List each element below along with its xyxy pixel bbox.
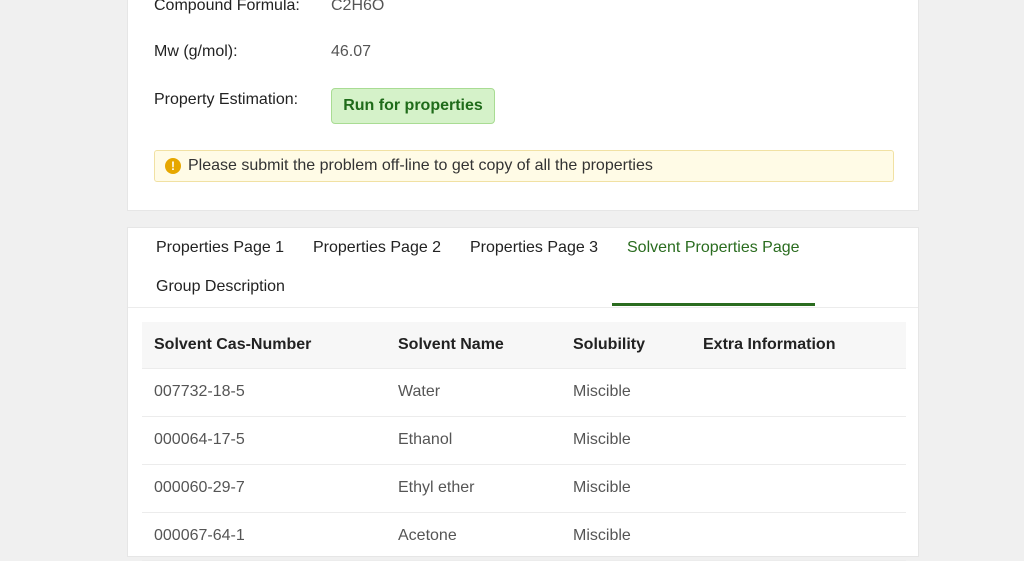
cell-solubility: Miscible <box>561 512 691 561</box>
tab-properties-page-3[interactable]: Properties Page 3 <box>470 239 598 257</box>
cell-extra-information <box>691 512 906 561</box>
header-solubility: Solubility <box>561 322 691 369</box>
tab-solvent-properties-page[interactable]: Solvent Properties Page <box>627 239 800 257</box>
formula-label: Compound Formula: <box>154 0 300 14</box>
header-extra-information: Extra Information <box>691 322 906 369</box>
cell-solubility: Miscible <box>561 368 691 417</box>
cell-solubility: Miscible <box>561 416 691 465</box>
cell-solvent-name: Acetone <box>386 512 561 561</box>
table-row: 000060-29-7 Ethyl ether Miscible <box>142 464 906 513</box>
warning-icon: ! <box>165 158 181 174</box>
header-cas-number: Solvent Cas-Number <box>142 322 386 369</box>
compound-info-card: Compound Formula: C2H6O Mw (g/mol): 46.0… <box>127 0 919 211</box>
offline-notice: ! Please submit the problem off-line to … <box>154 150 894 182</box>
cell-solvent-name: Ethanol <box>386 416 561 465</box>
table-header-row: Solvent Cas-Number Solvent Name Solubili… <box>142 322 906 369</box>
table-row: 007732-18-5 Water Miscible <box>142 368 906 417</box>
cell-cas-number: 000067-64-1 <box>142 512 386 561</box>
estimation-label: Property Estimation: <box>154 91 299 108</box>
tab-properties-page-2[interactable]: Properties Page 2 <box>313 239 441 257</box>
cell-extra-information <box>691 416 906 465</box>
properties-tabs: Properties Page 1 Properties Page 2 Prop… <box>128 228 918 308</box>
properties-card: Properties Page 1 Properties Page 2 Prop… <box>127 227 919 561</box>
cell-cas-number: 000064-17-5 <box>142 416 386 465</box>
table-row: 000067-64-1 Acetone Miscible <box>142 512 906 561</box>
table-row: 000064-17-5 Ethanol Miscible <box>142 416 906 465</box>
cell-cas-number: 007732-18-5 <box>142 368 386 417</box>
formula-value: C2H6O <box>331 0 385 14</box>
cell-extra-information <box>691 368 906 417</box>
active-tab-indicator <box>612 303 815 306</box>
tab-properties-page-1[interactable]: Properties Page 1 <box>156 239 284 257</box>
solvent-table: Solvent Cas-Number Solvent Name Solubili… <box>142 322 906 561</box>
cell-extra-information <box>691 464 906 513</box>
cell-cas-number: 000060-29-7 <box>142 464 386 513</box>
cell-solubility: Miscible <box>561 464 691 513</box>
mw-label: Mw (g/mol): <box>154 43 238 60</box>
run-for-properties-button[interactable]: Run for properties <box>331 88 495 124</box>
mw-value: 46.07 <box>331 43 372 60</box>
header-solvent-name: Solvent Name <box>386 322 561 369</box>
cell-solvent-name: Ethyl ether <box>386 464 561 513</box>
notice-text: Please submit the problem off-line to ge… <box>188 157 653 174</box>
cell-solvent-name: Water <box>386 368 561 417</box>
tab-group-description[interactable]: Group Description <box>156 278 285 296</box>
